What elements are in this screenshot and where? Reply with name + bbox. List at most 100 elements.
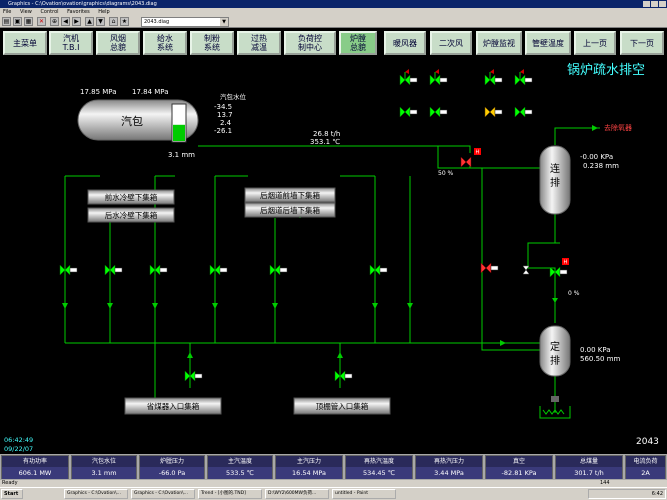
status-reheat-pressure: 再热汽压力 3.44 MPa [415, 455, 483, 479]
drain-valve[interactable] [209, 264, 228, 276]
nav-furnace-monitor[interactable]: 炉膛监视 [476, 31, 522, 55]
header-rear-wall[interactable]: 后水冷壁下集箱 [87, 207, 175, 223]
status-label: 有功功率 [2, 456, 68, 467]
periodic-label-2: 排 [550, 354, 560, 367]
nav-furnace-overview[interactable]: 炉膛 总貌 [339, 31, 377, 55]
save-icon[interactable]: ▣ [13, 17, 22, 26]
manual-valve[interactable] [522, 265, 530, 275]
cont-blowdown-control-valve[interactable]: H [460, 148, 481, 168]
nav-load-control[interactable]: 负荷控 制中心 [284, 31, 336, 55]
menu-view[interactable]: View [20, 9, 32, 15]
status-value: 533.5 ℃ [208, 467, 272, 479]
print-icon[interactable]: ▦ [24, 17, 33, 26]
nav-air-heater[interactable]: 暖风器 [384, 31, 426, 55]
vent-valve[interactable] [514, 106, 533, 118]
drum-level-value: 3.1 mm [168, 151, 195, 159]
drain-valve[interactable] [149, 264, 168, 276]
nav-next-page[interactable]: 下一页 [620, 31, 664, 55]
nav-superheat[interactable]: 过热 减温 [237, 31, 281, 55]
favorite-icon[interactable]: ★ [120, 17, 129, 26]
nav-secondary-air[interactable]: 二次风 [430, 31, 472, 55]
menu-control[interactable]: Control [40, 9, 58, 15]
minimize-icon[interactable] [643, 1, 650, 7]
flow-arrows [62, 125, 598, 358]
vent-valve[interactable] [484, 106, 503, 118]
cont-valve-percent: 50 % [438, 170, 454, 177]
drain-valve[interactable] [551, 396, 559, 402]
header-roof[interactable]: 顶棚管入口集箱 [293, 397, 391, 415]
nav-turbine[interactable]: 汽机 T.B.I [49, 31, 93, 55]
taskbar-item[interactable]: D:\WY2\600MW负荷... [265, 489, 329, 499]
open-icon[interactable]: ▤ [2, 17, 11, 26]
down-icon[interactable]: ▼ [96, 17, 105, 26]
drain-valve[interactable] [369, 264, 388, 276]
status-main-steam-temp: 主汽温度 533.5 ℃ [207, 455, 273, 479]
nav-feedwater[interactable]: 给水 系统 [143, 31, 187, 55]
drum-level-title: 汽包水位 [220, 92, 247, 101]
drain-valve[interactable] [184, 370, 203, 382]
vent-valve[interactable] [484, 69, 503, 86]
drain-valve[interactable] [480, 262, 499, 274]
menu-help[interactable]: Help [98, 9, 109, 15]
home-icon[interactable]: ⌂ [109, 17, 118, 26]
nav-prev-page[interactable]: 上一页 [574, 31, 616, 55]
vent-valve[interactable] [399, 69, 418, 86]
status-drum-level: 汽包水位 3.1 mm [71, 455, 137, 479]
nav-pulverizer[interactable]: 制粉 系统 [190, 31, 234, 55]
taskbar: Start Graphics - C:\Ovation\... Graphics… [0, 487, 667, 500]
maximize-icon[interactable] [651, 1, 658, 7]
status-value: 534.45 ℃ [346, 467, 412, 479]
drain-valve[interactable] [334, 370, 353, 382]
header-drain-valves [59, 264, 388, 382]
up-icon[interactable]: ▲ [85, 17, 94, 26]
diagram-select[interactable]: 2043.diag ▼ [141, 17, 229, 27]
vent-valve[interactable] [514, 69, 533, 86]
start-button[interactable]: Start [1, 489, 23, 499]
periodic-level: 560.50 mm [580, 355, 621, 363]
vent-valve[interactable] [399, 106, 418, 118]
close-icon[interactable] [659, 1, 666, 7]
forward-icon[interactable]: ▶ [72, 17, 81, 26]
status-value: -82.81 KPa [486, 467, 552, 479]
nav-main-menu[interactable]: 主菜单 [3, 31, 47, 55]
header-front-wall[interactable]: 前水冷壁下集箱 [87, 189, 175, 205]
svg-text:H: H [476, 150, 480, 156]
close-diagram-icon[interactable]: ✕ [37, 17, 46, 26]
menu-file[interactable]: File [3, 9, 11, 15]
status-active-power: 有功功率 606.1 MW [1, 455, 69, 479]
status-label: 总煤量 [556, 456, 622, 467]
status-furnace-pressure: 炉膛压力 -66.0 Pa [139, 455, 205, 479]
periodic-blowdown-vessel[interactable]: 定 排 [539, 325, 571, 377]
taskbar-item[interactable]: Graphics - C:\Ovation\... [131, 489, 195, 499]
drain-valve[interactable] [104, 264, 123, 276]
status-value: 606.1 MW [2, 467, 68, 479]
process-diagram: 锅炉疏水排空 汽包 17.85 MPa 17.84 MPa 汽包水位 -34.5… [0, 58, 667, 454]
window-title-bar: Graphics - C:\Ovation\ovation\graphics\d… [0, 0, 667, 8]
menu-favorites[interactable]: Favorites [67, 9, 90, 15]
vent-valve[interactable] [429, 69, 448, 86]
page-number: 2043 [636, 437, 659, 447]
drum-level-3: 2.4 [220, 119, 232, 127]
back-icon[interactable]: ◀ [61, 17, 70, 26]
drain-valve[interactable] [269, 264, 288, 276]
header-rear-flue-front[interactable]: 后烟道前墙下集箱 [244, 187, 336, 203]
status-current-load: 电流负荷 2A [625, 455, 666, 479]
header-economizer[interactable]: 省煤器入口集箱 [124, 397, 222, 415]
taskbar-item[interactable]: untitled - Paint [332, 489, 396, 499]
blowdown-flow: 26.8 t/h [313, 130, 340, 138]
status-bar: 有功功率 606.1 MW 汽包水位 3.1 mm 炉膛压力 -66.0 Pa 主汽温… [0, 454, 667, 480]
status-label: 主汽压力 [276, 456, 342, 467]
zoom-icon[interactable]: ⊕ [50, 17, 59, 26]
vent-valve[interactable] [429, 106, 448, 118]
nav-air-flue[interactable]: 风烟 总貌 [96, 31, 140, 55]
nav-tube-wall-temp[interactable]: 管壁温度 [525, 31, 571, 55]
drain-valve[interactable] [59, 264, 78, 276]
taskbar-item[interactable]: Graphics - C:\Ovation\... [64, 489, 128, 499]
continuous-blowdown-vessel[interactable]: 连 排 [539, 145, 571, 215]
svg-text:H: H [564, 260, 568, 266]
taskbar-item[interactable]: Trend - [小图的.TND] [198, 489, 262, 499]
status-value: 2A [626, 467, 665, 479]
status-value: -66.0 Pa [140, 467, 204, 479]
status-value: 301.7 t/h [556, 467, 622, 479]
header-rear-flue-rear[interactable]: 后烟道后墙下集箱 [244, 202, 336, 218]
